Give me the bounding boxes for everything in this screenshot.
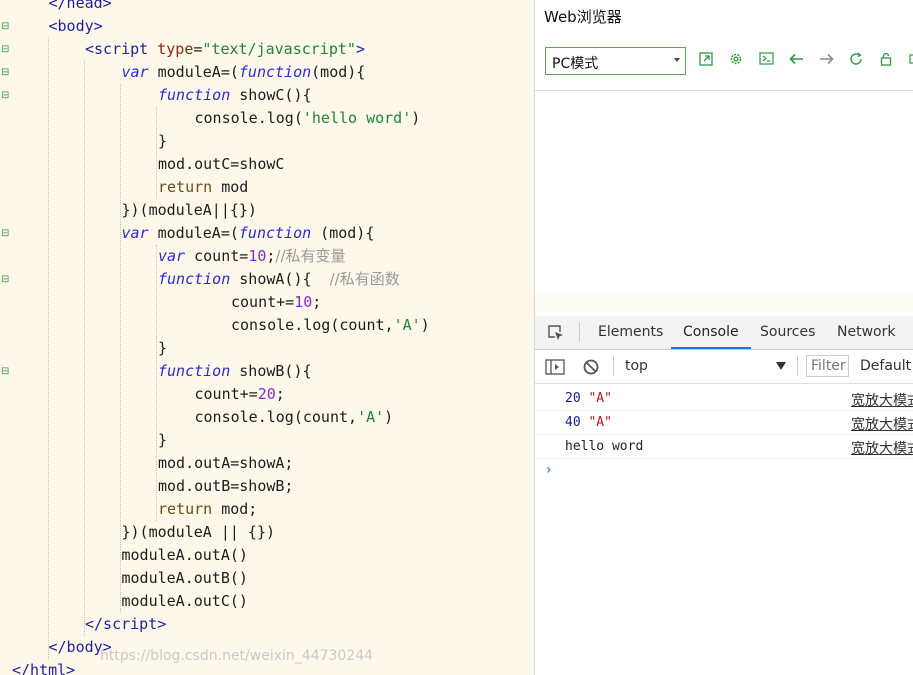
code-line: console.log('hello word') (194, 109, 421, 127)
mode-select[interactable]: PC模式 (545, 47, 686, 75)
fold-toggle-icon[interactable]: ⊟ (1, 275, 9, 285)
tab-elements[interactable]: Elements (598, 316, 663, 348)
fold-toggle-icon[interactable]: ⊟ (1, 367, 9, 377)
fold-toggle-icon[interactable]: ⊟ (1, 45, 9, 55)
indent-guide (48, 38, 49, 659)
code-line: moduleA.outC() (121, 592, 248, 610)
console-message: hello word 宽放大模式 (535, 435, 913, 459)
panel-title: Web浏览器 (544, 8, 622, 26)
filter-input[interactable]: Filter (806, 355, 849, 377)
console-message-text: 40 "A" (565, 415, 612, 430)
code-line: } (158, 339, 168, 357)
indent-guide (120, 84, 121, 613)
code-line: var moduleA=(function (mod){ (121, 224, 375, 242)
watermark: https://blog.csdn.net/weixin_44730244 (100, 648, 374, 664)
page-viewport[interactable] (535, 91, 913, 293)
open-external-icon[interactable] (697, 52, 715, 70)
console-number: 20 (565, 391, 581, 406)
code-line: count+=10; (231, 293, 322, 311)
indent-guide (84, 61, 85, 636)
tab-sources[interactable]: Sources (760, 316, 815, 348)
code-line: } (158, 132, 168, 150)
code-line: return mod (158, 178, 249, 196)
toolbar-divider (797, 356, 798, 376)
code-line: moduleA.outB() (121, 569, 248, 587)
console-prompt[interactable]: › (546, 462, 552, 478)
code-line: mod.outB=showB; (158, 477, 294, 495)
refresh-icon[interactable] (847, 52, 865, 70)
code-line: function showC(){ (158, 86, 312, 104)
fold-toggle-icon[interactable]: ⊟ (1, 68, 9, 78)
fold-toggle-icon[interactable]: ⊟ (1, 91, 9, 101)
editor-gutter: ⊟ ⊟ ⊟ ⊟ ⊟ ⊟ ⊟ (0, 0, 12, 675)
indent-guide (156, 245, 157, 521)
inspect-element-icon[interactable] (547, 324, 565, 342)
code-line: function showB(){ (158, 362, 312, 380)
sidebar-toggle-icon[interactable] (545, 359, 565, 379)
console-message-text: 20 "A" (565, 391, 612, 406)
console-message: 40 "A" 宽放大模式 (535, 411, 913, 435)
fold-toggle-icon[interactable]: ⊟ (1, 22, 9, 32)
chevron-down-icon[interactable] (776, 362, 786, 370)
code-line: <script type="text/javascript"> (85, 40, 365, 58)
code-line: </head> (48, 0, 112, 12)
clear-console-icon[interactable] (583, 359, 599, 379)
back-arrow-icon[interactable] (787, 52, 805, 70)
devtools-tabbar: Elements Console Sources Network (535, 316, 913, 350)
web-browser-panel: Web浏览器 PC模式 Elements Console Sources Net… (534, 0, 913, 675)
lock-icon[interactable] (877, 52, 895, 70)
console-toolbar: top Filter Default l (535, 350, 913, 384)
log-levels-dropdown[interactable]: Default l (860, 358, 913, 374)
toolbar-divider (613, 356, 614, 376)
tab-console[interactable]: Console (671, 316, 751, 349)
code-line: var count=10;//私有变量 (158, 247, 346, 265)
code-editor[interactable]: ⊟ ⊟ ⊟ ⊟ ⊟ ⊟ ⊟ </head> <body> <script type="text/… (0, 0, 534, 675)
code-line: mod.outA=showA; (158, 454, 294, 472)
code-line: console.log(count,'A') (194, 408, 394, 426)
console-source-link[interactable]: 宽放大模式 (851, 414, 913, 434)
code-line: })(moduleA||{}) (121, 201, 257, 219)
code-line: })(moduleA || {}) (121, 523, 276, 541)
code-line: </html> (12, 661, 76, 675)
tab-divider (579, 322, 580, 342)
console-message: 20 "A" 宽放大模式 (535, 387, 913, 411)
indent-guide (156, 107, 157, 199)
code-line: } (158, 431, 168, 449)
code-line: function showA(){ //私有函数 (158, 270, 400, 288)
console-message-text: hello word (565, 439, 644, 454)
context-selector[interactable]: top (625, 358, 648, 374)
console-string: "A" (580, 415, 612, 430)
chevron-down-icon (674, 58, 680, 62)
console-string: "A" (580, 391, 612, 406)
mode-select-value: PC模式 (552, 56, 599, 72)
code-line: count+=20; (194, 385, 285, 403)
code-line: mod.outC=showC (158, 155, 285, 173)
code-line: var moduleA=(function(mod){ (121, 63, 366, 81)
forward-arrow-icon[interactable] (817, 52, 835, 70)
code-line: moduleA.outA() (121, 546, 248, 564)
fold-toggle-icon[interactable]: ⊟ (1, 229, 9, 239)
console-number: 40 (565, 415, 581, 430)
terminal-icon[interactable] (757, 52, 775, 70)
code-line: </script> (85, 615, 167, 633)
code-line: console.log(count,'A') (231, 316, 430, 334)
more-icon[interactable] (903, 52, 913, 70)
code-line: <body> (48, 17, 103, 35)
settings-gear-icon[interactable] (727, 52, 745, 70)
tab-network[interactable]: Network (837, 316, 895, 348)
devtools-resizer[interactable] (535, 292, 913, 317)
console-source-link[interactable]: 宽放大模式 (851, 438, 913, 458)
code-line: return mod; (158, 500, 258, 518)
console-source-link[interactable]: 宽放大模式 (851, 390, 913, 410)
